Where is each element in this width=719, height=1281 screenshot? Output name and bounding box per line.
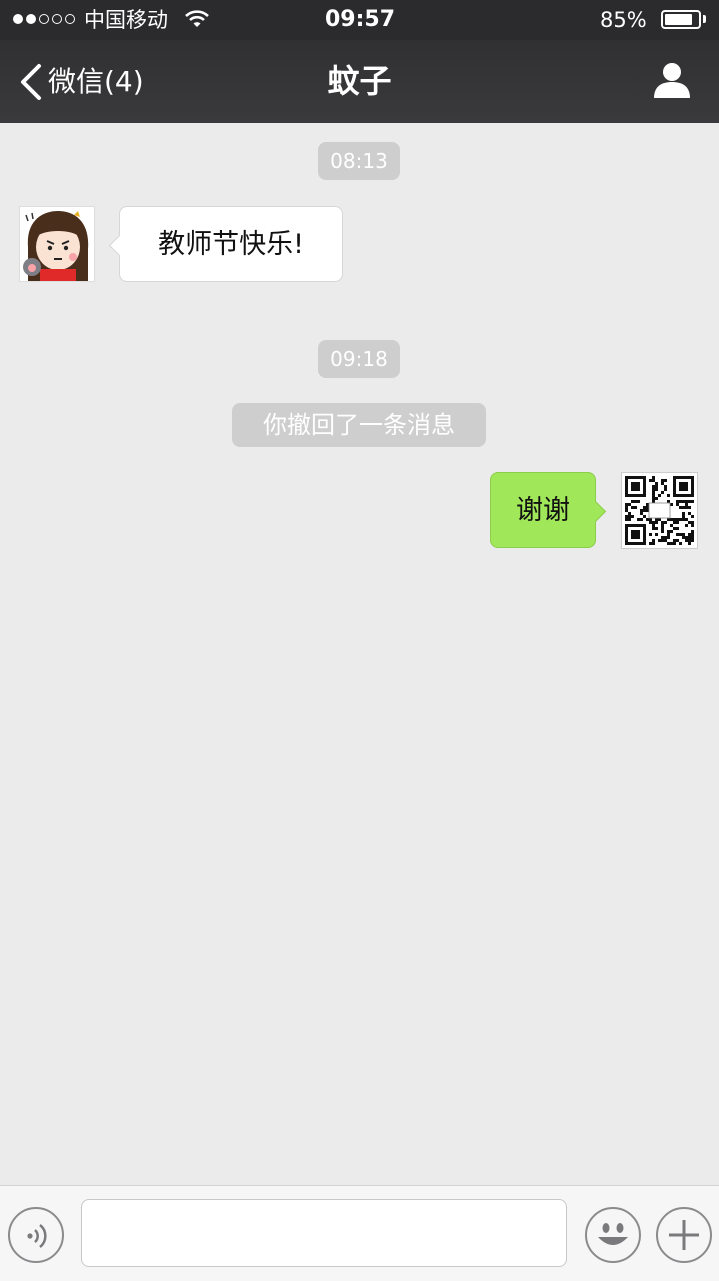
status-bar: 中国移动 09:57 85% <box>0 0 719 40</box>
bubble-tail <box>584 500 607 523</box>
cartoon-girl-avatar[interactable] <box>19 206 95 282</box>
signal-dot-1 <box>13 14 23 24</box>
chat-title: 蚊子 <box>327 62 392 100</box>
person-icon[interactable] <box>652 60 692 100</box>
emoji-icon <box>598 1223 628 1245</box>
recall-notice: 你撤回了一条消息 <box>232 403 486 447</box>
message-input[interactable] <box>81 1199 567 1267</box>
message-time: 09:18 <box>318 340 400 378</box>
back-label: 微信(4) <box>48 65 144 98</box>
signal-dot-3 <box>39 14 49 24</box>
sent-message-text: 谢谢 <box>516 495 570 526</box>
battery-fill <box>665 14 692 25</box>
chat-area[interactable]: 08:13 教师节快乐! 09:18 你撤回了一条消息 谢谢 <box>0 123 719 1185</box>
plus-icon <box>669 1220 699 1250</box>
carrier-label: 中国移动 <box>84 8 168 32</box>
chevron-left-icon <box>21 64 41 100</box>
voice-icon <box>27 1224 47 1248</box>
nav-bar: 微信(4) 蚊子 <box>0 40 719 123</box>
received-message-bubble[interactable]: 教师节快乐! <box>108 206 343 282</box>
battery-percent: 85% <box>600 8 647 32</box>
emoji-button[interactable] <box>585 1207 641 1263</box>
status-time: 09:57 <box>324 7 396 32</box>
voice-button[interactable] <box>8 1207 64 1263</box>
wifi-icon <box>185 10 209 27</box>
bubble-tail <box>108 234 131 257</box>
back-button[interactable]: 微信(4) <box>10 54 150 110</box>
battery-tip <box>703 15 706 23</box>
plus-button[interactable] <box>656 1207 712 1263</box>
received-message-text: 教师节快乐! <box>158 229 304 260</box>
signal-dot-5 <box>65 14 75 24</box>
battery-icon <box>661 10 701 29</box>
input-bar <box>0 1185 719 1281</box>
qr-code-icon <box>625 476 694 545</box>
sent-message-bubble[interactable]: 谢谢 <box>490 472 607 548</box>
cartoon-girl-icon <box>23 211 89 281</box>
signal-dot-2 <box>26 14 36 24</box>
message-time: 08:13 <box>318 142 400 180</box>
qr-code-avatar[interactable] <box>621 472 698 549</box>
signal-dot-4 <box>52 14 62 24</box>
